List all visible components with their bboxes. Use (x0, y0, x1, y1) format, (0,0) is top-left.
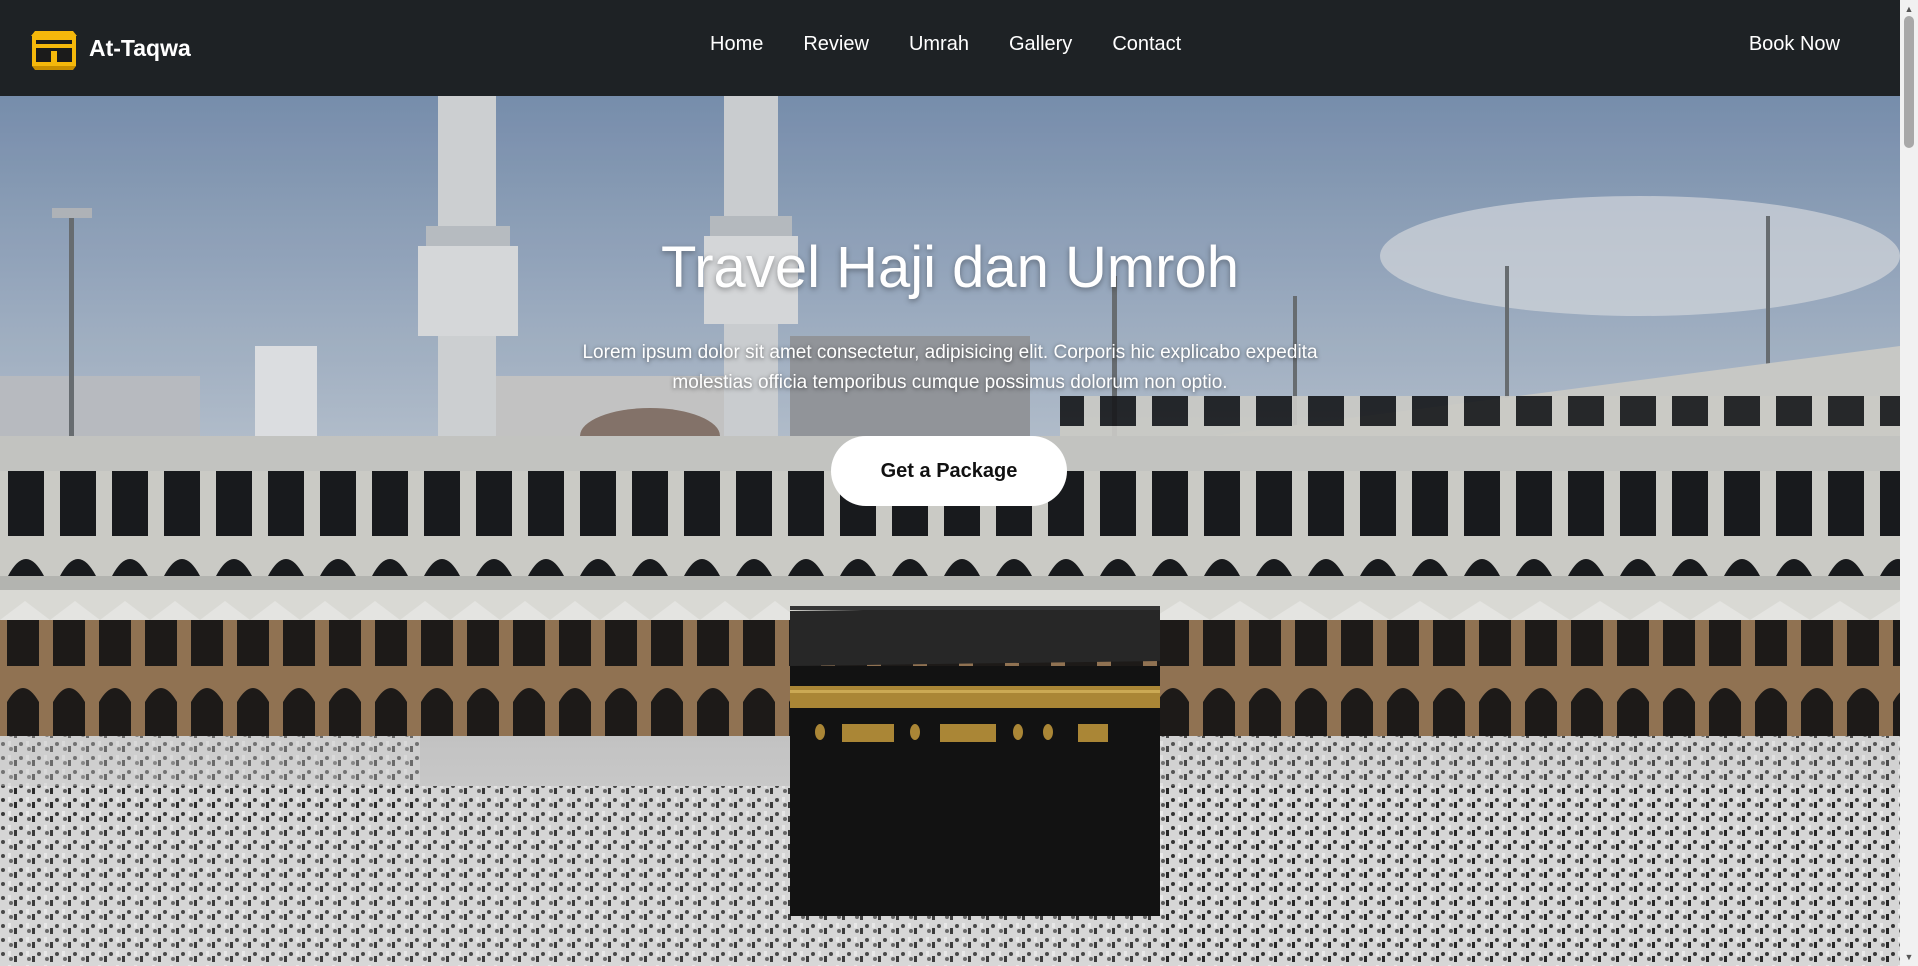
get-package-button[interactable]: Get a Package (831, 436, 1067, 506)
hero-content: Travel Haji dan Umroh Lorem ipsum dolor … (0, 96, 1900, 966)
nav-gallery[interactable]: Gallery (1009, 33, 1072, 56)
nav-contact[interactable]: Contact (1112, 33, 1181, 56)
main-nav: Home Review Umrah Gallery Contact (710, 33, 1221, 56)
hero-title: Travel Haji dan Umroh (660, 235, 1240, 300)
nav-home[interactable]: Home (710, 33, 763, 56)
book-now-link[interactable]: Book Now (1749, 33, 1840, 56)
hero-section: Travel Haji dan Umroh Lorem ipsum dolor … (0, 96, 1900, 966)
kaaba-logo-icon (31, 31, 77, 70)
brand-link[interactable]: At-Taqwa (29, 25, 191, 71)
scroll-up-arrow-icon[interactable]: ▲ (1900, 2, 1918, 16)
scroll-down-arrow-icon[interactable]: ▼ (1900, 950, 1918, 964)
nav-umrah[interactable]: Umrah (909, 33, 969, 56)
brand-name: At-Taqwa (89, 34, 191, 61)
hero-description: Lorem ipsum dolor sit amet consectetur, … (582, 342, 1318, 393)
scrollbar-thumb[interactable] (1904, 16, 1914, 148)
navbar: At-Taqwa Home Review Umrah Gallery Conta… (0, 0, 1900, 96)
nav-review[interactable]: Review (803, 33, 869, 56)
page-scrollbar[interactable]: ▲ ▼ (1900, 0, 1918, 966)
